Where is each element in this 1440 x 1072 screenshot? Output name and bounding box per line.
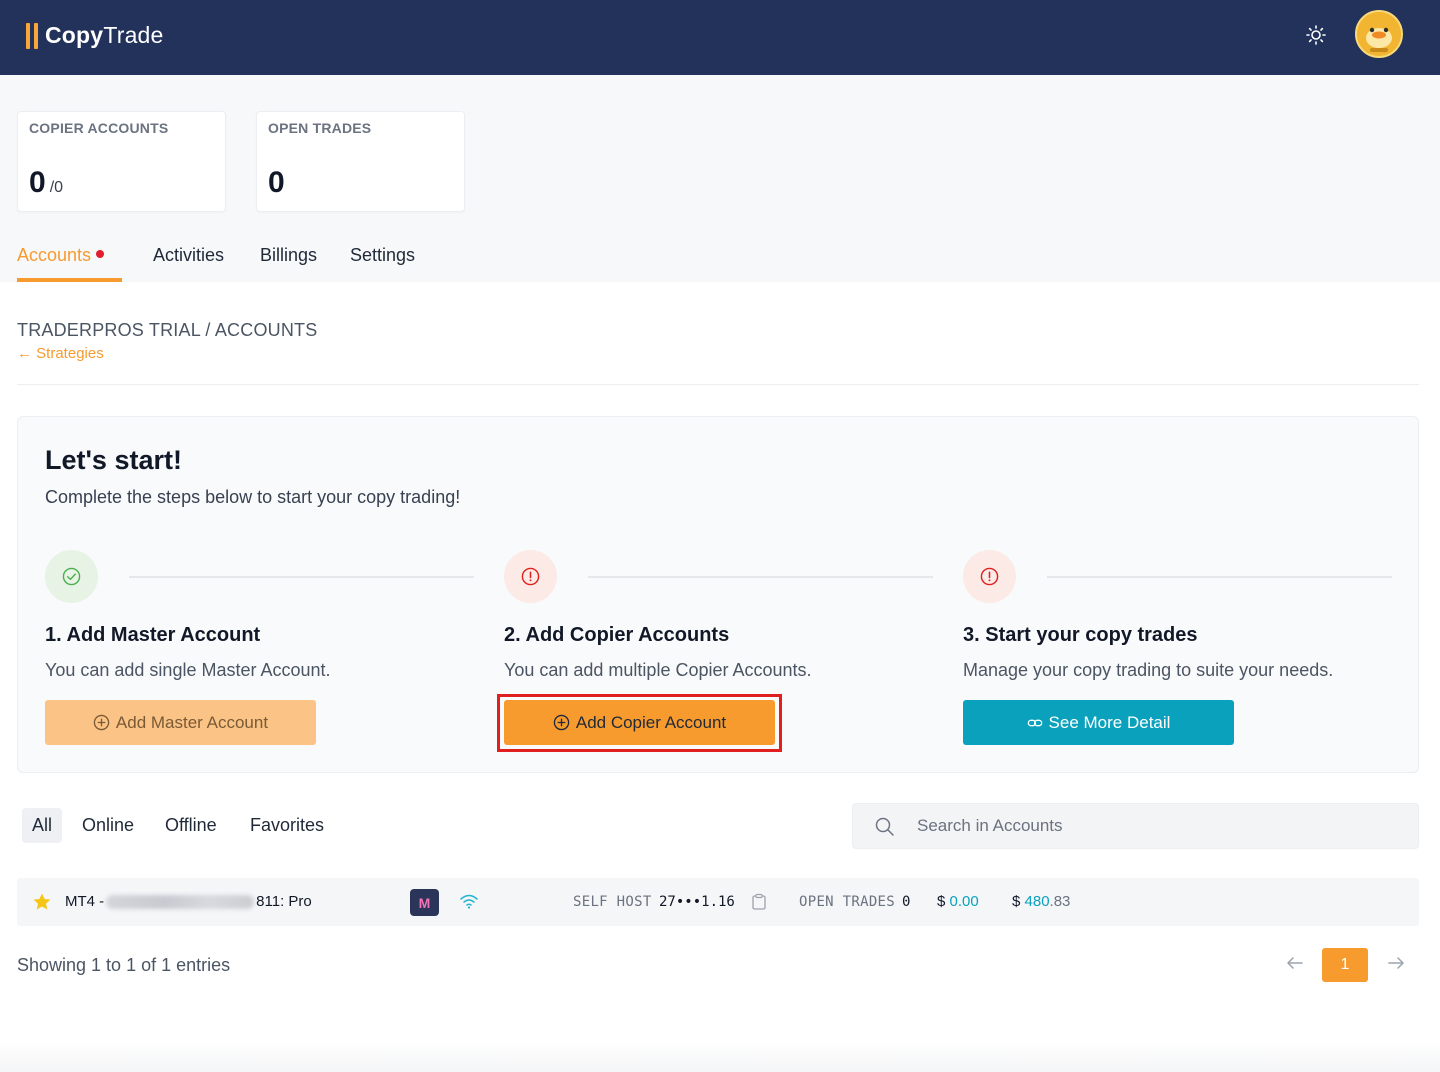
tab-accounts[interactable]: Accounts [17,245,105,282]
add-master-account-button[interactable]: Add Master Account [45,700,316,745]
step-connector [1047,576,1392,578]
stat-card-copier-accounts: COPIER ACCOUNTS 0/0 [17,111,226,212]
plus-circle-icon [553,714,570,731]
step-status-pending [963,550,1016,603]
getting-started-card: Let's start! Complete the steps below to… [17,416,1419,773]
alert-circle-icon [521,567,540,586]
arrow-left-icon[interactable] [1284,952,1306,974]
filter-favorites[interactable]: Favorites [250,808,324,843]
step-description: Manage your copy trading to suite your n… [963,660,1334,680]
link-icon [1027,719,1042,726]
stat-card-open-trades: OPEN TRADES 0 [256,111,465,212]
check-circle-icon [62,567,81,586]
sun-icon[interactable] [1302,22,1330,50]
step-title: 3. Start your copy trades [963,624,1198,646]
profit-value: $ 0.00 [937,893,979,910]
tab-activities[interactable]: Activities [153,245,224,282]
step-connector [588,576,933,578]
star-icon[interactable] [32,892,52,912]
alert-circle-icon [980,567,999,586]
tab-settings[interactable]: Settings [350,245,415,282]
redacted-text [106,894,255,909]
step-description: You can add single Master Account. [45,660,331,680]
balance-value: $ 480.83 [1012,893,1071,910]
stat-label: COPIER ACCOUNTS [29,120,169,136]
step-title: 2. Add Copier Accounts [504,624,730,646]
search-icon [875,817,894,836]
add-copier-account-button[interactable]: Add Copier Account [504,700,775,745]
step-title: 1. Add Master Account [45,624,261,646]
active-tab-indicator [17,278,122,282]
arrow-right-icon[interactable] [1385,952,1407,974]
logo-mark-icon [26,22,38,49]
bottom-shadow [0,1040,1440,1072]
step-start-trades: 3. Start your copy trades Manage your co… [963,550,1393,750]
app-logo[interactable]: CopyTrade [26,22,164,49]
stat-value: 0 [29,166,46,199]
clipboard-icon[interactable] [751,893,767,911]
stat-sub-value: /0 [49,179,64,196]
page-button-current[interactable]: 1 [1322,948,1368,982]
notification-dot [96,250,105,259]
logo-text-light: Trade [103,22,164,48]
see-more-detail-button[interactable]: See More Detail [963,700,1234,745]
step-status-done [45,550,98,603]
getting-started-title: Let's start! [45,445,182,475]
plus-circle-icon [93,714,110,731]
wifi-icon [460,894,478,909]
step-add-master: 1. Add Master Account You can add single… [45,550,475,750]
stat-value: 0 [268,166,285,199]
search-input[interactable] [917,804,1397,848]
host-value: 27•••1.16 [659,894,735,910]
search-bar [852,803,1419,849]
open-trades-value: 0 [902,894,911,910]
entries-summary: Showing 1 to 1 of 1 entries [17,955,231,975]
duck-avatar-icon [1357,12,1401,56]
account-name: MT4 - 811: Pro [65,893,312,910]
filter-all[interactable]: All [22,808,63,843]
tab-billings[interactable]: Billings [260,245,317,282]
step-description: You can add multiple Copier Accounts. [504,660,812,680]
back-to-strategies-link[interactable]: ← Strategies [17,345,104,362]
host-label: SELF HOST [573,894,652,910]
filter-online[interactable]: Online [82,808,134,843]
user-avatar[interactable] [1355,10,1403,58]
step-status-pending [504,550,557,603]
top-navbar: CopyTrade [0,0,1440,75]
open-trades-label: OPEN TRADES [799,894,896,910]
stat-label: OPEN TRADES [268,120,372,136]
step-add-copier: 2. Add Copier Accounts You can add multi… [497,550,934,752]
filter-offline[interactable]: Offline [165,808,217,843]
getting-started-subtitle: Complete the steps below to start your c… [45,487,461,507]
breadcrumb: TRADERPROS TRIAL / ACCOUNTS [17,320,318,340]
arrow-left-icon: ← [17,345,32,362]
step-connector [129,576,474,578]
account-row[interactable]: MT4 - 811: Pro M SELF HOST 27•••1.16 OPE… [17,878,1419,926]
logo-text-bold: Copy [45,22,104,48]
divider [17,384,1419,385]
platform-badge: M [410,889,439,916]
